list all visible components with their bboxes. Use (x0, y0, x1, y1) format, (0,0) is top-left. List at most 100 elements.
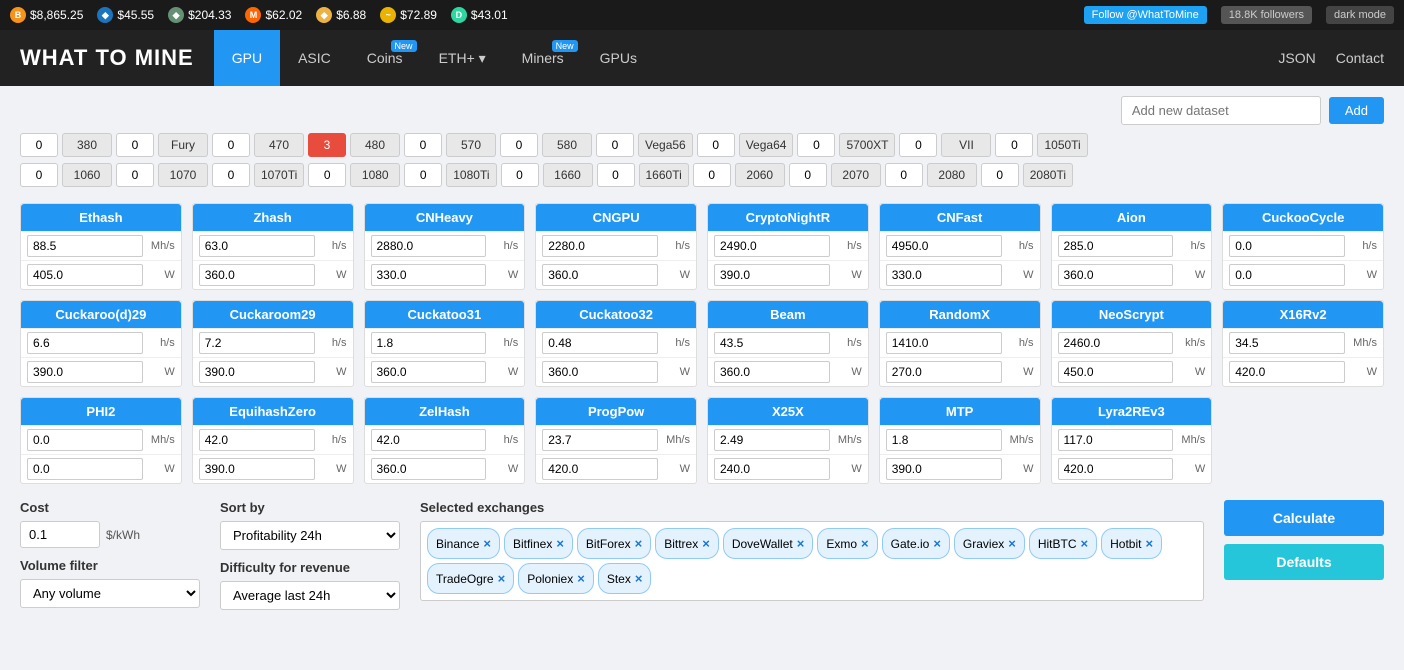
algo-power-input-beam[interactable] (714, 361, 830, 383)
algo-power-input-cngpu[interactable] (542, 264, 658, 286)
gpu-count-2060[interactable] (693, 163, 731, 187)
algo-header-cnheavy[interactable]: CNHeavy (365, 204, 525, 231)
algo-header-cnfast[interactable]: CNFast (880, 204, 1040, 231)
algo-hashrate-input-zhash[interactable] (199, 235, 315, 257)
nav-json[interactable]: JSON (1278, 50, 1315, 66)
gpu-count-570[interactable] (404, 133, 442, 157)
algo-power-input-cnfast[interactable] (886, 264, 1002, 286)
gpu-count-2080[interactable] (885, 163, 923, 187)
algo-hashrate-input-cuckaroom29[interactable] (199, 332, 315, 354)
gpu-count-1660ti[interactable] (597, 163, 635, 187)
algo-hashrate-input-cuckoo[interactable] (1229, 235, 1345, 257)
gpu-count-1070[interactable] (116, 163, 154, 187)
exchange-remove-exmo[interactable]: × (861, 536, 869, 551)
algo-hashrate-input-x25x[interactable] (714, 429, 830, 451)
cost-input[interactable] (20, 521, 100, 548)
algo-hashrate-input-ethash[interactable] (27, 235, 143, 257)
algo-power-input-cryptonightr[interactable] (714, 264, 830, 286)
algo-header-zhash[interactable]: Zhash (193, 204, 353, 231)
gpu-count-2080ti[interactable] (981, 163, 1019, 187)
algo-header-zelhash[interactable]: ZelHash (365, 398, 525, 425)
algo-hashrate-input-beam[interactable] (714, 332, 830, 354)
algo-header-phi2[interactable]: PHI2 (21, 398, 181, 425)
algo-hashrate-input-phi2[interactable] (27, 429, 143, 451)
gpu-count-5700xt[interactable] (797, 133, 835, 157)
follow-button[interactable]: Follow @WhatToMine (1084, 6, 1207, 24)
algo-header-lyra2rev3[interactable]: Lyra2REv3 (1052, 398, 1212, 425)
algo-header-cuckaroom29[interactable]: Cuckaroom29 (193, 301, 353, 328)
algo-header-ethash[interactable]: Ethash (21, 204, 181, 231)
algo-power-input-mtp[interactable] (886, 458, 1002, 480)
algo-hashrate-input-cuckatoo32[interactable] (542, 332, 658, 354)
exchange-remove-dovewallet[interactable]: × (797, 536, 805, 551)
nav-contact[interactable]: Contact (1336, 50, 1384, 66)
algo-power-input-zhash[interactable] (199, 264, 315, 286)
algo-header-equihashzero[interactable]: EquihashZero (193, 398, 353, 425)
exchange-remove-poloniex[interactable]: × (577, 571, 585, 586)
algo-header-x16rv2[interactable]: X16Rv2 (1223, 301, 1383, 328)
volume-select[interactable]: Any volume (20, 579, 200, 608)
nav-item-eth[interactable]: ETH+ ▾ (421, 30, 504, 86)
algo-power-input-neoscrypt[interactable] (1058, 361, 1174, 383)
nav-item-asic[interactable]: ASIC (280, 30, 349, 86)
exchange-remove-gate.io[interactable]: × (933, 536, 941, 551)
gpu-count-470[interactable] (212, 133, 250, 157)
gpu-count-480[interactable] (308, 133, 346, 157)
algo-header-cuckarood29[interactable]: Cuckaroo(d)29 (21, 301, 181, 328)
algo-power-input-aion[interactable] (1058, 264, 1174, 286)
algo-hashrate-input-cnfast[interactable] (886, 235, 1002, 257)
algo-power-input-cuckoo[interactable] (1229, 264, 1345, 286)
algo-power-input-progpow[interactable] (542, 458, 658, 480)
algo-power-input-cnheavy[interactable] (371, 264, 487, 286)
algo-header-cuckoo[interactable]: CuckooCycle (1223, 204, 1383, 231)
algo-power-input-cuckaroom29[interactable] (199, 361, 315, 383)
algo-power-input-zelhash[interactable] (371, 458, 487, 480)
gpu-count-vii[interactable] (899, 133, 937, 157)
defaults-button[interactable]: Defaults (1224, 544, 1384, 580)
exchange-remove-bitforex[interactable]: × (635, 536, 643, 551)
algo-hashrate-input-cngpu[interactable] (542, 235, 658, 257)
algo-header-neoscrypt[interactable]: NeoScrypt (1052, 301, 1212, 328)
algo-header-cuckatoo31[interactable]: Cuckatoo31 (365, 301, 525, 328)
algo-hashrate-input-aion[interactable] (1058, 235, 1174, 257)
algo-hashrate-input-progpow[interactable] (542, 429, 658, 451)
gpu-count-1050ti[interactable] (995, 133, 1033, 157)
dataset-input[interactable] (1121, 96, 1321, 125)
exchange-remove-graviex[interactable]: × (1008, 536, 1016, 551)
exchange-remove-hitbtc[interactable]: × (1081, 536, 1089, 551)
gpu-count-380[interactable] (20, 133, 58, 157)
add-dataset-button[interactable]: Add (1329, 97, 1384, 124)
algo-hashrate-input-cryptonightr[interactable] (714, 235, 830, 257)
sort-select[interactable]: Profitability 24h (220, 521, 400, 550)
gpu-count-1070ti[interactable] (212, 163, 250, 187)
nav-item-miners[interactable]: Miners New (504, 30, 582, 86)
algo-power-input-cuckatoo31[interactable] (371, 361, 487, 383)
algo-header-cuckatoo32[interactable]: Cuckatoo32 (536, 301, 696, 328)
algo-power-input-x25x[interactable] (714, 458, 830, 480)
algo-power-input-ethash[interactable] (27, 264, 143, 286)
algo-power-input-cuckatoo32[interactable] (542, 361, 658, 383)
gpu-count-1060[interactable] (20, 163, 58, 187)
nav-item-gpu[interactable]: GPU (214, 30, 280, 86)
algo-power-input-lyra2rev3[interactable] (1058, 458, 1174, 480)
algo-header-x25x[interactable]: X25X (708, 398, 868, 425)
gpu-count-1660[interactable] (501, 163, 539, 187)
calculate-button[interactable]: Calculate (1224, 500, 1384, 536)
algo-hashrate-input-zelhash[interactable] (371, 429, 487, 451)
gpu-count-vega64[interactable] (697, 133, 735, 157)
algo-hashrate-input-mtp[interactable] (886, 429, 1002, 451)
algo-power-input-randomx[interactable] (886, 361, 1002, 383)
gpu-count-2070[interactable] (789, 163, 827, 187)
dark-mode-button[interactable]: dark mode (1326, 6, 1394, 24)
nav-item-gpus[interactable]: GPUs (582, 30, 655, 86)
gpu-count-vega56[interactable] (596, 133, 634, 157)
algo-power-input-phi2[interactable] (27, 458, 143, 480)
algo-header-cngpu[interactable]: CNGPU (536, 204, 696, 231)
algo-hashrate-input-equihashzero[interactable] (199, 429, 315, 451)
algo-hashrate-input-cnheavy[interactable] (371, 235, 487, 257)
algo-header-randomx[interactable]: RandomX (880, 301, 1040, 328)
algo-header-aion[interactable]: Aion (1052, 204, 1212, 231)
algo-header-cryptonightr[interactable]: CryptoNightR (708, 204, 868, 231)
exchange-remove-hotbit[interactable]: × (1145, 536, 1153, 551)
algo-hashrate-input-x16rv2[interactable] (1229, 332, 1345, 354)
